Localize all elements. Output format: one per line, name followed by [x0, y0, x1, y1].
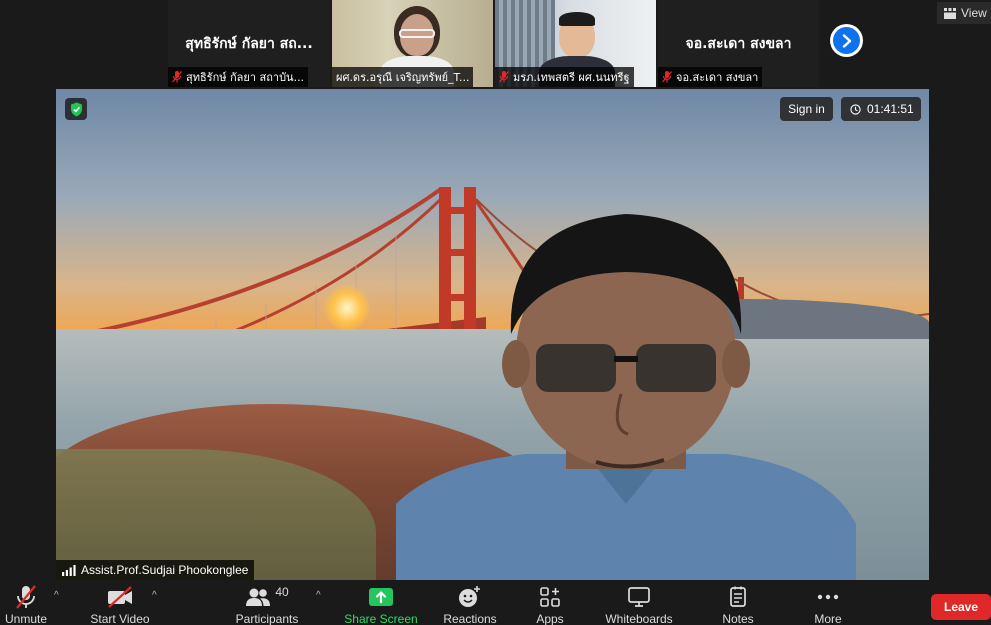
participant-name-bar: จอ.สะเดา สงขลา [658, 67, 763, 87]
apps-label: Apps [536, 612, 564, 625]
speaker-person [396, 214, 856, 580]
participants-label: Participants [235, 612, 299, 625]
participant-tile-2[interactable]: ผศ.ดร.อรุณี เจริญทรัพย์_T... [332, 0, 493, 87]
reactions-label: Reactions [443, 612, 497, 625]
participant-name-bar: สุทธิรักษ์ กัลยา สถาบัน... [168, 67, 309, 87]
whiteboard-icon [628, 587, 650, 607]
participant-tile-3[interactable]: มรภ.เทพสตรี ผศ.นนทรีฐ [495, 0, 656, 87]
more-button[interactable]: More [808, 580, 848, 625]
audio-options-caret-icon[interactable]: ^ [54, 590, 59, 601]
participant-display-name: สุทธิรักษ์ กัลยา สถ... [185, 36, 313, 52]
notes-icon [730, 586, 746, 607]
unmute-label: Unmute [4, 612, 48, 625]
whiteboards-button[interactable]: Whiteboards [603, 580, 675, 625]
participant-name-bar: ผศ.ดร.อรุณี เจริญทรัพย์_T... [332, 67, 474, 87]
speaker-name-bar: Assist.Prof.Sudjai Phookonglee [56, 560, 255, 580]
main-speaker-video[interactable]: Sign in 01:41:51 Assist.Prof.Sudjai Phoo… [56, 89, 929, 580]
share-screen-button[interactable]: Share Screen [343, 580, 419, 625]
timer-value: 01:41:51 [867, 102, 914, 116]
start-video-label: Start Video [90, 612, 150, 625]
sign-in-button[interactable]: Sign in [780, 97, 833, 121]
apps-button[interactable]: Apps [530, 580, 570, 625]
leave-button[interactable]: Leave [931, 594, 991, 620]
participant-tile-4[interactable]: จอ.สะเดา สงขลา จอ.สะเดา สงขลา [658, 0, 819, 87]
notes-label: Notes [722, 612, 754, 625]
participant-name-label: ผศ.ดร.อรุณี เจริญทรัพย์_T... [336, 71, 470, 84]
view-label: View [961, 6, 987, 20]
mic-muted-icon [662, 71, 672, 83]
mic-muted-icon [16, 585, 36, 609]
participants-options-caret-icon[interactable]: ^ [316, 590, 321, 601]
share-screen-icon [369, 588, 393, 606]
speaker-name-label: Assist.Prof.Sudjai Phookonglee [81, 563, 249, 577]
whiteboards-label: Whiteboards [605, 612, 673, 625]
unmute-button[interactable]: Unmute [0, 580, 52, 625]
notes-button[interactable]: Notes [716, 580, 760, 625]
participant-name-label: มรภ.เทพสตรี ผศ.นนทรีฐ [513, 71, 630, 84]
more-label: More [814, 612, 842, 625]
participant-name-bar: มรภ.เทพสตรี ผศ.นนทรีฐ [495, 67, 634, 87]
participant-name-label: สุทธิรักษ์ กัลยา สถาบัน... [186, 71, 305, 84]
mic-muted-icon [499, 71, 509, 83]
participant-tile-1[interactable]: สุทธิรักษ์ กัลยา สถ... สุทธิรักษ์ กัลยา … [168, 0, 330, 87]
video-off-icon [108, 586, 132, 608]
apps-icon [540, 587, 560, 607]
participants-icon [246, 588, 271, 606]
participants-button[interactable]: 40 Participants [233, 580, 301, 625]
meeting-toolbar: Unmute ^ Start Video ^ 40 Participants ^ [0, 580, 991, 625]
start-video-button[interactable]: Start Video [86, 580, 154, 625]
reaction-emoji-icon [459, 586, 480, 607]
meeting-timer[interactable]: 01:41:51 [841, 97, 921, 121]
video-options-caret-icon[interactable]: ^ [152, 590, 157, 601]
participants-count: 40 [275, 585, 289, 599]
reactions-button[interactable]: Reactions [440, 580, 500, 625]
participant-name-label: จอ.สะเดา สงขลา [676, 71, 759, 84]
signal-bars-icon [62, 564, 76, 576]
encryption-shield-button[interactable] [65, 98, 87, 120]
gallery-strip: สุทธิรักษ์ กัลยา สถ... สุทธิรักษ์ กัลยา … [168, 0, 819, 87]
clock-icon [850, 103, 861, 115]
view-button[interactable]: View [937, 2, 991, 24]
chevron-right-icon [842, 33, 851, 48]
share-screen-label: Share Screen [344, 612, 418, 625]
grid-view-icon [944, 7, 956, 19]
gallery-next-button[interactable] [830, 24, 863, 57]
participant-display-name: จอ.สะเดา สงขลา [685, 36, 792, 52]
more-dots-icon [817, 594, 839, 600]
mic-muted-icon [172, 71, 182, 83]
shield-check-icon [70, 102, 82, 116]
